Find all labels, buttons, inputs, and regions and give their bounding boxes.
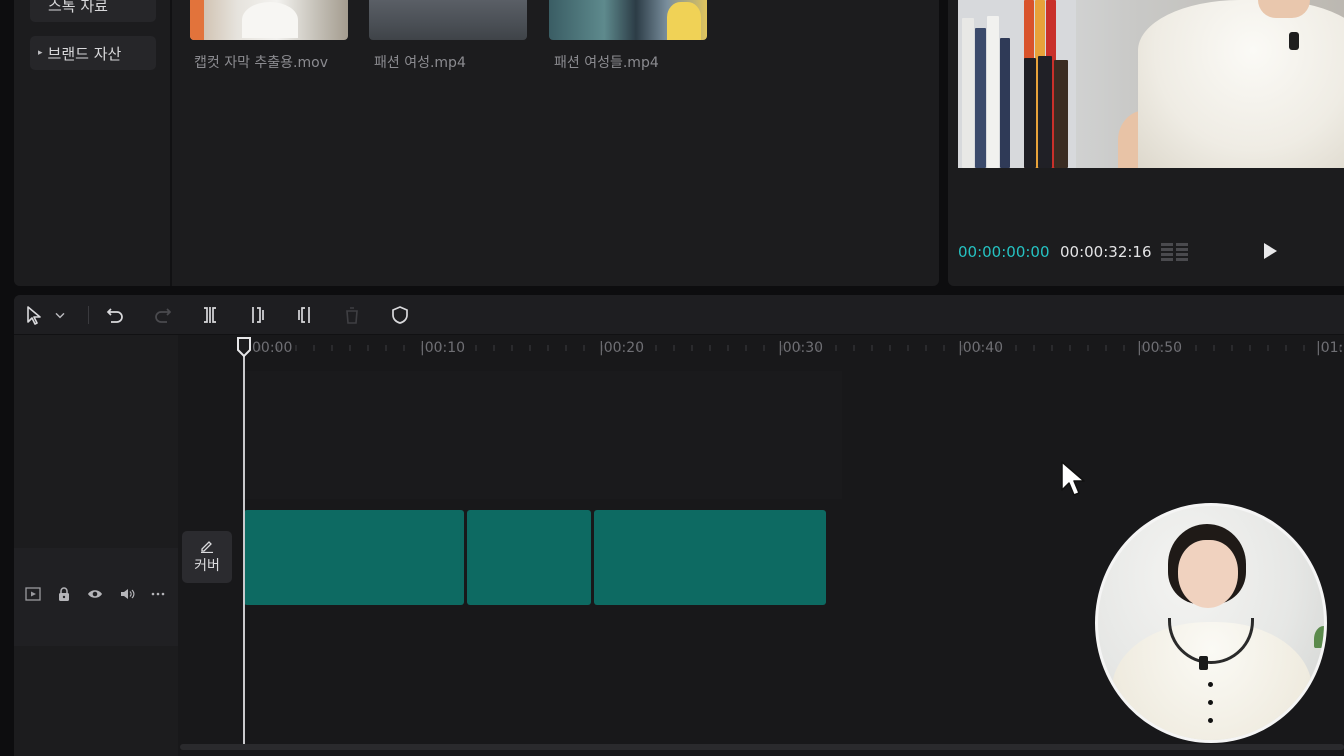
webcam-overlay xyxy=(1095,503,1327,743)
shield-icon[interactable] xyxy=(388,303,412,327)
video-clip[interactable] xyxy=(594,510,826,605)
edit-pencil-icon xyxy=(201,541,213,553)
main-track-header xyxy=(14,548,178,646)
undo-icon[interactable] xyxy=(103,303,127,327)
ruler-label: |00:10 xyxy=(420,340,466,356)
eye-icon[interactable] xyxy=(86,585,104,603)
media-thumbnail[interactable] xyxy=(549,0,707,40)
speaker-icon[interactable] xyxy=(118,585,136,603)
trim-left-icon[interactable] xyxy=(245,303,269,327)
time-ruler[interactable]: 00:00 |00:10 |00:20 |00:30 |00:40 |00:50… xyxy=(178,335,1344,371)
ruler-label: |00:40 xyxy=(958,340,1004,356)
video-clip[interactable] xyxy=(467,510,591,605)
ruler-label: |00:50 xyxy=(1137,340,1183,356)
cover-button[interactable]: 커버 xyxy=(182,531,232,583)
ruler-label: |01: xyxy=(1316,340,1344,356)
nav-item-stock[interactable]: 스톡 자료 xyxy=(30,0,156,22)
split-icon[interactable] xyxy=(198,303,222,327)
current-timecode: 00:00:00:00 xyxy=(958,243,1050,261)
media-thumbnail[interactable] xyxy=(190,0,348,40)
nav-item-label: 브랜드 자산 xyxy=(47,44,122,63)
presenter-image xyxy=(1138,0,1344,168)
cover-label: 커버 xyxy=(194,558,220,574)
lock-icon[interactable] xyxy=(55,585,73,603)
nav-item-label: 스톡 자료 xyxy=(48,0,108,15)
media-filename: 패션 여성들.mp4 xyxy=(554,55,659,71)
total-duration: 00:00:32:16 xyxy=(1060,243,1152,261)
media-thumbnail[interactable] xyxy=(369,0,527,40)
ruler-label: 00:00 xyxy=(252,340,293,356)
caret-right-icon: ▸ xyxy=(38,48,43,58)
trim-right-icon[interactable] xyxy=(293,303,317,327)
media-library-panel: 스톡 자료 ▸ 브랜드 자산 캡컷 자막 추출용.mov 패션 여성.mp4 패… xyxy=(14,0,939,286)
video-track-icon[interactable] xyxy=(24,585,42,603)
nav-item-brand-assets[interactable]: ▸ 브랜드 자산 xyxy=(30,36,156,70)
lapel-mic xyxy=(1199,656,1208,670)
chevron-down-icon[interactable] xyxy=(52,303,68,327)
preview-video-frame xyxy=(958,0,1344,168)
delete-icon xyxy=(340,303,364,327)
more-icon[interactable] xyxy=(149,585,167,603)
play-icon[interactable] xyxy=(1260,241,1280,261)
empty-track-lane[interactable] xyxy=(242,371,842,499)
toolbar-divider xyxy=(88,306,89,324)
mouse-cursor-icon xyxy=(1061,461,1085,496)
ruler-label: |00:20 xyxy=(599,340,645,356)
select-pointer-icon[interactable] xyxy=(22,303,46,327)
media-filename: 캡컷 자막 추출용.mov xyxy=(194,55,328,71)
library-side-nav: 스톡 자료 ▸ 브랜드 자산 xyxy=(14,0,172,286)
preview-player: 00:00:00:00 00:00:32:16 xyxy=(948,0,1344,286)
frame-grid-icon[interactable] xyxy=(1160,241,1190,263)
ruler-label: |00:30 xyxy=(778,340,824,356)
playhead-line[interactable] xyxy=(243,345,245,745)
timeline-scrollbar[interactable] xyxy=(180,744,1344,750)
presenter-face xyxy=(1178,540,1238,608)
bookshelf-image xyxy=(958,0,1076,168)
media-filename: 패션 여성.mp4 xyxy=(374,55,466,71)
redo-icon xyxy=(151,303,175,327)
video-clip[interactable] xyxy=(244,510,464,605)
lapel-mic xyxy=(1289,32,1299,50)
playhead-handle[interactable] xyxy=(236,337,252,357)
track-header-column xyxy=(14,335,178,756)
timeline-toolbar xyxy=(14,295,1344,335)
